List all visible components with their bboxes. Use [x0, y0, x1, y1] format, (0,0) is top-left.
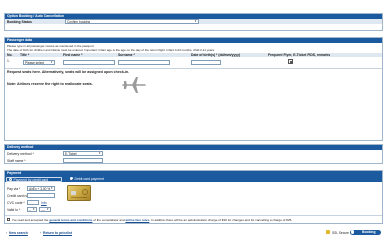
airplane-icon — [122, 77, 146, 93]
seat-request-text: Request seats here. Alternatively, seats… — [7, 70, 130, 74]
notes-icon[interactable] — [288, 59, 293, 64]
delivery-header: Delivery method — [5, 145, 382, 150]
terms-suffix: . In addition there will be an administr… — [149, 218, 293, 222]
new-search-link[interactable]: New search — [9, 231, 28, 235]
booking-status-label: Booking Status — [7, 19, 32, 24]
general-terms-link[interactable]: general terms and conditions — [49, 218, 92, 222]
col-title: Title * — [20, 53, 30, 57]
staff-name-input[interactable] — [63, 158, 103, 163]
cvc-label: CVC code * — [7, 201, 25, 205]
passenger-header: Passenger data — [5, 38, 382, 43]
tab-credit-card[interactable]: Payment by credit card — [6, 176, 62, 182]
credit-card-image — [67, 185, 91, 201]
terms-prefix: I've read and accepted the — [12, 218, 50, 222]
valid-year-value: ---- — [41, 208, 46, 212]
radio-dot — [71, 178, 73, 180]
card-emblem — [82, 189, 88, 195]
passenger-panel: Passenger data Please type in all passen… — [4, 37, 383, 141]
passenger-title-select[interactable]: Please select ▼ — [23, 59, 55, 65]
chevron-down-icon: ▼ — [50, 187, 53, 190]
cvc-input[interactable] — [27, 200, 39, 205]
terms-middle: of the consolidator and — [92, 218, 126, 222]
delivery-method-label: Delivery method * — [7, 152, 34, 156]
card-chip — [71, 191, 76, 195]
seat-reallocation-note: Note: Airlines reserve the right to real… — [7, 82, 93, 86]
col-no: No. — [7, 53, 13, 57]
cvc-info-link[interactable]: Info — [41, 201, 47, 205]
passenger-row: 1. Please select ▼ — [5, 58, 382, 66]
tab-credit-card-label: Payment by credit card — [13, 178, 49, 182]
booking-status-row: Booking Status Confirm booking ▼ — [5, 19, 382, 24]
terms-checkbox[interactable] — [7, 218, 11, 222]
payment-panel: Payment Payment by credit card Debit car… — [4, 170, 383, 224]
footer: › New search › Return to pricelist SSL S… — [4, 229, 383, 237]
terms-text: I've read and accepted the general terms… — [12, 218, 292, 222]
new-search-arrow-icon: › — [6, 231, 8, 235]
option-booking-panel: Option Booking / Auto Cancellation Booki… — [4, 13, 383, 31]
delivery-panel: Delivery method Delivery method * E-Tick… — [4, 144, 383, 164]
divider — [5, 215, 382, 216]
booking-status-value: Confirm booking — [67, 20, 91, 24]
card-number-input[interactable] — [27, 193, 55, 198]
chevron-down-icon: ▼ — [194, 20, 197, 23]
booking-status-select[interactable]: Confirm booking ▼ — [65, 19, 199, 24]
valid-to-label: Valid to * — [7, 208, 21, 212]
col-frequent-flyer: Frequent Flyer, E-Ticket FIDS, remarks — [268, 53, 331, 57]
chevron-down-icon: ▼ — [46, 208, 49, 211]
booking-button[interactable]: Booking — [350, 229, 381, 235]
valid-month-value: -- — [29, 208, 32, 212]
chevron-down-icon: ▼ — [98, 152, 101, 155]
passenger-title-value: Please select — [25, 60, 44, 65]
first-name-input[interactable] — [63, 59, 115, 65]
chevron-down-icon: ▼ — [50, 60, 53, 64]
delivery-method-value: E-Ticket — [65, 152, 77, 156]
lock-icon — [326, 230, 330, 234]
pay-via-label: Pay via * — [7, 187, 21, 191]
passenger-row-number: 1. — [7, 59, 10, 63]
passenger-note-2: The date of birth for children and infan… — [7, 48, 215, 52]
pay-via-select[interactable]: AirEx + 3.00 % ▼ — [27, 186, 55, 191]
delivery-method-select[interactable]: E-Ticket ▼ — [63, 151, 103, 156]
radio-credit-card[interactable] — [9, 178, 12, 182]
pay-via-value: AirEx + 3.00 % — [29, 187, 51, 191]
surname-input[interactable] — [118, 59, 170, 65]
tab-debit-card-label: Debit card payment — [74, 177, 104, 181]
return-pricelist-arrow-icon: › — [40, 231, 42, 235]
valid-year-select[interactable]: ---- ▼ — [39, 207, 51, 212]
ssl-secure-label: SSL Secure — [332, 230, 349, 235]
card-number-strip — [71, 197, 87, 198]
fare-rules-link[interactable]: airline fare rules — [125, 218, 149, 222]
col-surname: Surname * — [118, 53, 135, 57]
col-date-of-birth: Date of birth(s) * (dd/mm/yyyy) — [191, 53, 241, 57]
tab-debit-card[interactable]: Debit card payment — [68, 177, 124, 182]
valid-month-select[interactable]: -- ▼ — [27, 207, 37, 212]
chevron-down-icon: ▼ — [32, 208, 35, 211]
return-pricelist-link[interactable]: Return to pricelist — [43, 231, 72, 235]
booking-arrow-icon — [350, 230, 355, 234]
booking-button-label: Booking — [362, 230, 376, 234]
staff-name-label: Staff name * — [7, 159, 26, 163]
payment-tabs: Payment by credit card Debit card paymen… — [5, 176, 382, 182]
passenger-table-header: No. Title * First name * Surname * Date … — [5, 52, 382, 57]
date-of-birth-input[interactable] — [191, 59, 221, 65]
radio-debit-card[interactable] — [70, 177, 73, 181]
col-first-name: First name * — [63, 53, 83, 57]
divider — [5, 68, 382, 69]
